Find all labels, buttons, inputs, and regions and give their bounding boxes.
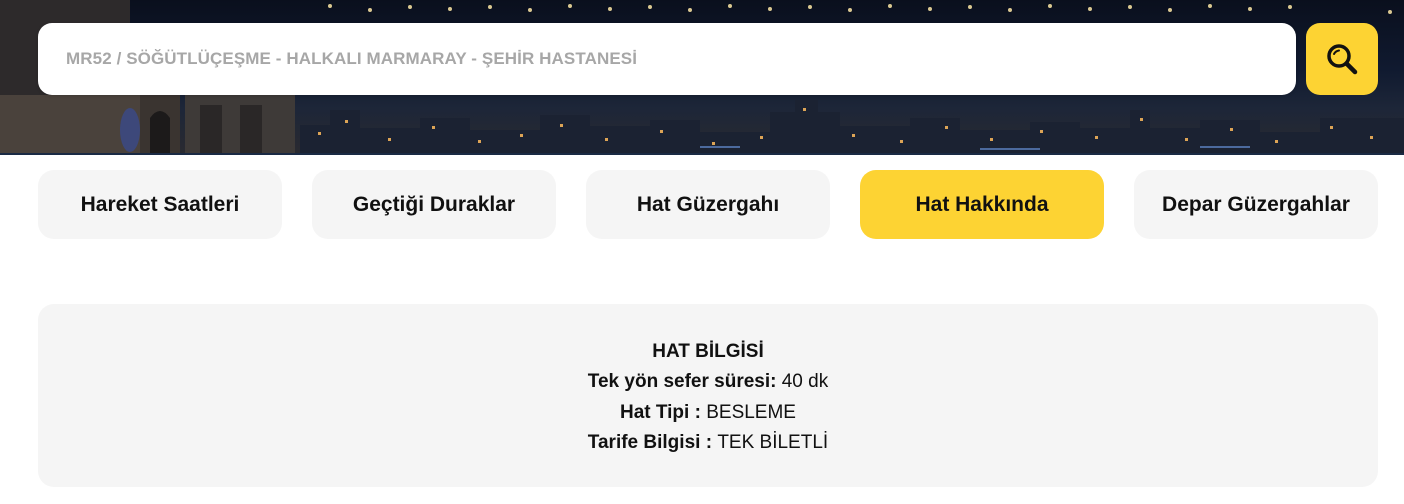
route-info-card: HAT BİLGİSİ Tek yön sefer süresi: 40 dk …: [38, 304, 1378, 487]
info-label: Hat Tipi :: [620, 401, 707, 423]
search-button[interactable]: [1306, 23, 1378, 95]
route-search-input[interactable]: [66, 49, 1296, 69]
tab-depar-guzergahlar[interactable]: Depar Güzergahlar: [1134, 170, 1378, 239]
info-value: 40 dk: [781, 371, 829, 392]
tab-gectigi-duraklar[interactable]: Geçtiği Duraklar: [312, 170, 556, 239]
info-value: TEK BİLETLİ: [717, 432, 829, 453]
search-icon: [1327, 44, 1358, 75]
info-value: BESLEME: [706, 401, 796, 423]
info-row-line-type: Hat Tipi : BESLEME: [620, 398, 796, 429]
search-bar[interactable]: [38, 23, 1296, 95]
tab-hat-hakkinda[interactable]: Hat Hakkında: [860, 170, 1104, 239]
info-title: HAT BİLGİSİ: [652, 340, 764, 362]
tab-hat-guzergahi[interactable]: Hat Güzergahı: [586, 170, 830, 239]
info-row-tariff: Tarife Bilgisi : TEK BİLETLİ: [588, 428, 828, 459]
info-label: Tarife Bilgisi :: [587, 432, 718, 453]
route-tabs: Hareket Saatleri Geçtiği Duraklar Hat Gü…: [38, 170, 1378, 239]
tab-hareket-saatleri[interactable]: Hareket Saatleri: [38, 170, 282, 239]
info-row-trip-duration: Tek yön sefer süresi: 40 dk: [588, 367, 828, 398]
hero-divider: [0, 153, 1404, 155]
info-label: Tek yön sefer süresi:: [587, 371, 782, 392]
